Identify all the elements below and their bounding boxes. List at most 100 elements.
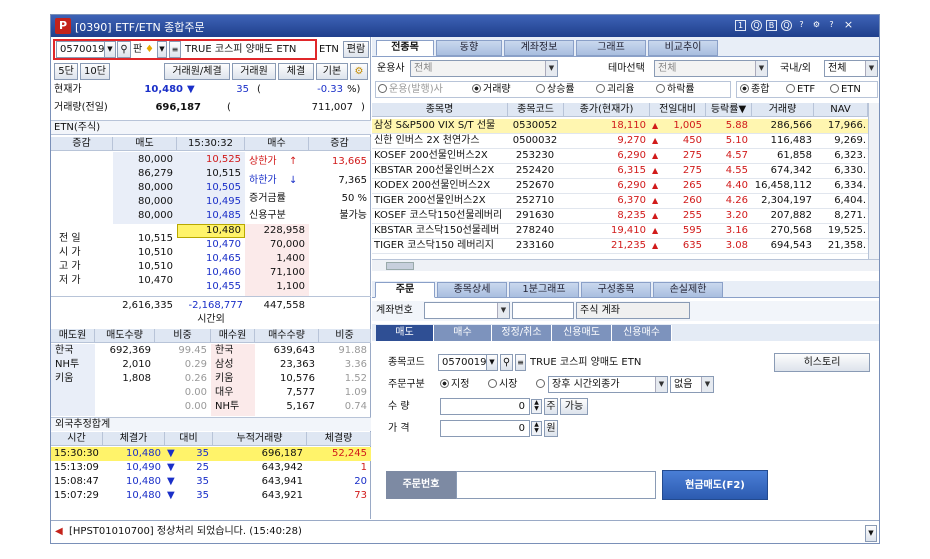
stock-price-cell[interactable]: 6,290	[564, 149, 646, 163]
help-icon[interactable]: ?	[826, 20, 837, 31]
list-icon[interactable]: ≡	[515, 354, 526, 371]
scroll-thumb[interactable]	[386, 262, 414, 270]
stock-price-cell[interactable]: 21,235	[564, 239, 646, 253]
stock-price-cell[interactable]: 19,410	[564, 224, 646, 238]
search-icon[interactable]: Q	[781, 20, 792, 31]
stock-volume-cell[interactable]: 286,566	[752, 119, 812, 133]
tab-account-info[interactable]: 계좌정보	[504, 40, 574, 56]
stock-nav-cell[interactable]: 21,358.	[814, 239, 866, 253]
grid-header-diff[interactable]: 전일대비	[650, 103, 706, 117]
tab-sell[interactable]: 매도	[376, 325, 434, 341]
tab-buy[interactable]: 매수	[434, 325, 492, 341]
grid-header-code[interactable]: 종목코드	[508, 103, 564, 117]
chevron-down-icon[interactable]: ▼	[655, 377, 667, 392]
radio-etn[interactable]: ETN	[830, 83, 876, 97]
ask-price[interactable]: 10,515	[177, 167, 241, 181]
radio-operator[interactable]: 운용(발행)사	[378, 83, 474, 97]
grid-header-rate[interactable]: 등락률▼	[706, 103, 752, 117]
stock-diff-cell[interactable]: 595	[662, 224, 702, 238]
price-stepper[interactable]: ▲ ▼	[531, 421, 542, 436]
tab-trend[interactable]: 동향	[436, 40, 502, 56]
account-input[interactable]: ▼	[424, 302, 510, 319]
stock-diff-cell[interactable]: 275	[662, 164, 702, 178]
tab-compare[interactable]: 비교추이	[648, 40, 718, 56]
quantity-input[interactable]: 0	[440, 398, 530, 415]
stock-code-cell[interactable]: 252670	[508, 179, 562, 193]
close-icon[interactable]: ×	[843, 19, 854, 31]
chevron-down-icon[interactable]: ▼	[701, 377, 713, 392]
stock-price-cell[interactable]: 9,270	[564, 134, 646, 148]
tab-order[interactable]: 주문	[375, 282, 435, 298]
bid-price[interactable]: 10,460	[177, 266, 241, 280]
stock-nav-cell[interactable]: 9,269.	[814, 134, 866, 148]
stock-price-cell[interactable]: 6,370	[564, 194, 646, 208]
stock-price-cell[interactable]: 18,110	[564, 119, 646, 133]
tab-broker-trades[interactable]: 거래원/체결	[164, 63, 230, 80]
horizontal-scrollbar[interactable]	[372, 259, 879, 271]
stock-diff-cell[interactable]: 265	[662, 179, 702, 193]
stock-rate-cell[interactable]: 5.88	[706, 119, 748, 133]
grid-header-price[interactable]: 종가(현재가)	[564, 103, 650, 117]
radio-volume[interactable]: 거래량	[472, 83, 534, 97]
available-button[interactable]: 가능	[560, 398, 588, 415]
cash-sell-button[interactable]: 현금매도(F2)	[662, 470, 768, 500]
radio-disparity[interactable]: 괴리율	[596, 83, 654, 97]
code-dropdown-icon[interactable]: ▼	[486, 354, 498, 371]
stock-rate-cell[interactable]: 4.40	[706, 179, 748, 193]
quantity-stepper[interactable]: ▲ ▼	[531, 399, 542, 414]
stock-name-cell[interactable]: TIGER 코스닥150 레버리지	[374, 239, 506, 253]
tab-graph[interactable]: 그래프	[576, 40, 646, 56]
stock-nav-cell[interactable]: 8,271.	[814, 209, 866, 223]
stock-nav-cell[interactable]: 6,404.	[814, 194, 866, 208]
stock-volume-cell[interactable]: 61,858	[752, 149, 812, 163]
stock-code-cell[interactable]: 291630	[508, 209, 562, 223]
stock-volume-cell[interactable]: 2,304,197	[752, 194, 812, 208]
radio-all[interactable]: 종합	[740, 83, 784, 97]
won-button[interactable]: 원	[544, 420, 558, 437]
stock-price-cell[interactable]: 6,315	[564, 164, 646, 178]
domestic-select[interactable]: 전체 ▼	[824, 60, 878, 77]
tab-basic[interactable]: 기본	[316, 63, 348, 80]
stock-volume-cell[interactable]: 207,882	[752, 209, 812, 223]
chevron-down-icon[interactable]: ▼	[755, 61, 767, 76]
tab-components[interactable]: 구성종목	[581, 282, 651, 298]
5-level-button[interactable]: 5단	[54, 63, 78, 80]
tab-minute-graph[interactable]: 1분그래프	[509, 282, 579, 298]
bell-dropdown-icon[interactable]: ▼	[157, 41, 167, 58]
theme-select[interactable]: 전체 ▼	[654, 60, 768, 77]
stock-diff-cell[interactable]: 450	[662, 134, 702, 148]
stock-nav-cell[interactable]: 6,330.	[814, 164, 866, 178]
operator-select[interactable]: 전체 ▼	[410, 60, 558, 77]
code-dropdown-icon[interactable]: ▼	[104, 41, 116, 58]
ask-price[interactable]: 10,505	[177, 181, 241, 195]
tab-modify-cancel[interactable]: 정정/취소	[492, 325, 552, 341]
shares-button[interactable]: 주	[544, 398, 558, 415]
stock-nav-cell[interactable]: 6,334.	[814, 179, 866, 193]
radio-order-type[interactable]	[536, 378, 546, 392]
search-icon[interactable]: ⚲	[500, 354, 513, 371]
stock-nav-cell[interactable]: 6,323.	[814, 149, 866, 163]
stock-name-cell[interactable]: KBSTAR 코스닥150선물레버	[374, 224, 506, 238]
password-input[interactable]	[512, 302, 574, 319]
tab-all-stocks[interactable]: 전종목	[376, 40, 434, 56]
stock-rate-cell[interactable]: 4.57	[706, 149, 748, 163]
stock-name-cell[interactable]: KBSTAR 200선물인버스2X	[374, 164, 506, 178]
history-button[interactable]: 히스토리	[774, 353, 870, 372]
stock-price-cell[interactable]: 6,290	[564, 179, 646, 193]
condition-select[interactable]: 없음 ▼	[670, 376, 714, 393]
order-type-select[interactable]: 장후 시간외종가 ▼	[548, 376, 668, 393]
tab-trades[interactable]: 체결	[278, 63, 314, 80]
pin-icon[interactable]: ?	[796, 20, 807, 31]
price-input[interactable]: 0	[440, 420, 530, 437]
bid-price[interactable]: 10,455	[177, 280, 241, 294]
stock-diff-cell[interactable]: 260	[662, 194, 702, 208]
stock-nav-cell[interactable]: 19,525.	[814, 224, 866, 238]
stock-rate-cell[interactable]: 4.26	[706, 194, 748, 208]
screen-number-icon[interactable]: 1	[735, 20, 746, 31]
bell-icon[interactable]: ♦	[145, 43, 157, 57]
chevron-down-icon[interactable]: ▼	[865, 61, 877, 76]
chevron-down-icon[interactable]: ▼	[497, 303, 509, 318]
zoom-icon[interactable]: Q	[751, 20, 762, 31]
stock-diff-cell[interactable]: 635	[662, 239, 702, 253]
stock-rate-cell[interactable]: 5.10	[706, 134, 748, 148]
